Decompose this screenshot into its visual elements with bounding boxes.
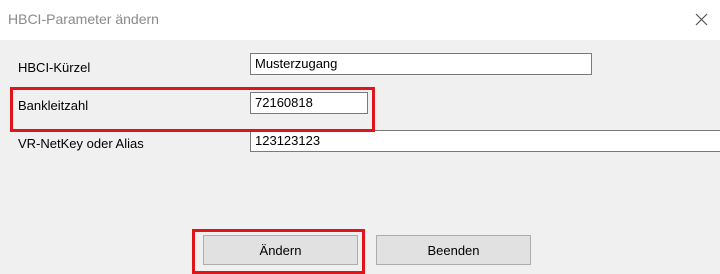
vr-netkey-field[interactable]: 123123123 [250,130,720,152]
hbci-kuerzel-field[interactable]: Musterzugang [250,53,592,75]
label-bankleitzahl: Bankleitzahl [18,98,89,113]
dialog-body [0,40,720,274]
label-hbci-kuerzel: HBCI-Kürzel [18,60,91,75]
label-vr-netkey: VR-NetKey oder Alias [18,136,144,151]
title-bar: HBCI-Parameter ändern [0,0,720,40]
change-button[interactable]: Ändern [203,235,358,265]
close-icon[interactable] [690,8,712,30]
window-title: HBCI-Parameter ändern [8,11,159,27]
bankleitzahl-field[interactable]: 72160818 [250,92,368,114]
quit-button[interactable]: Beenden [376,235,531,265]
